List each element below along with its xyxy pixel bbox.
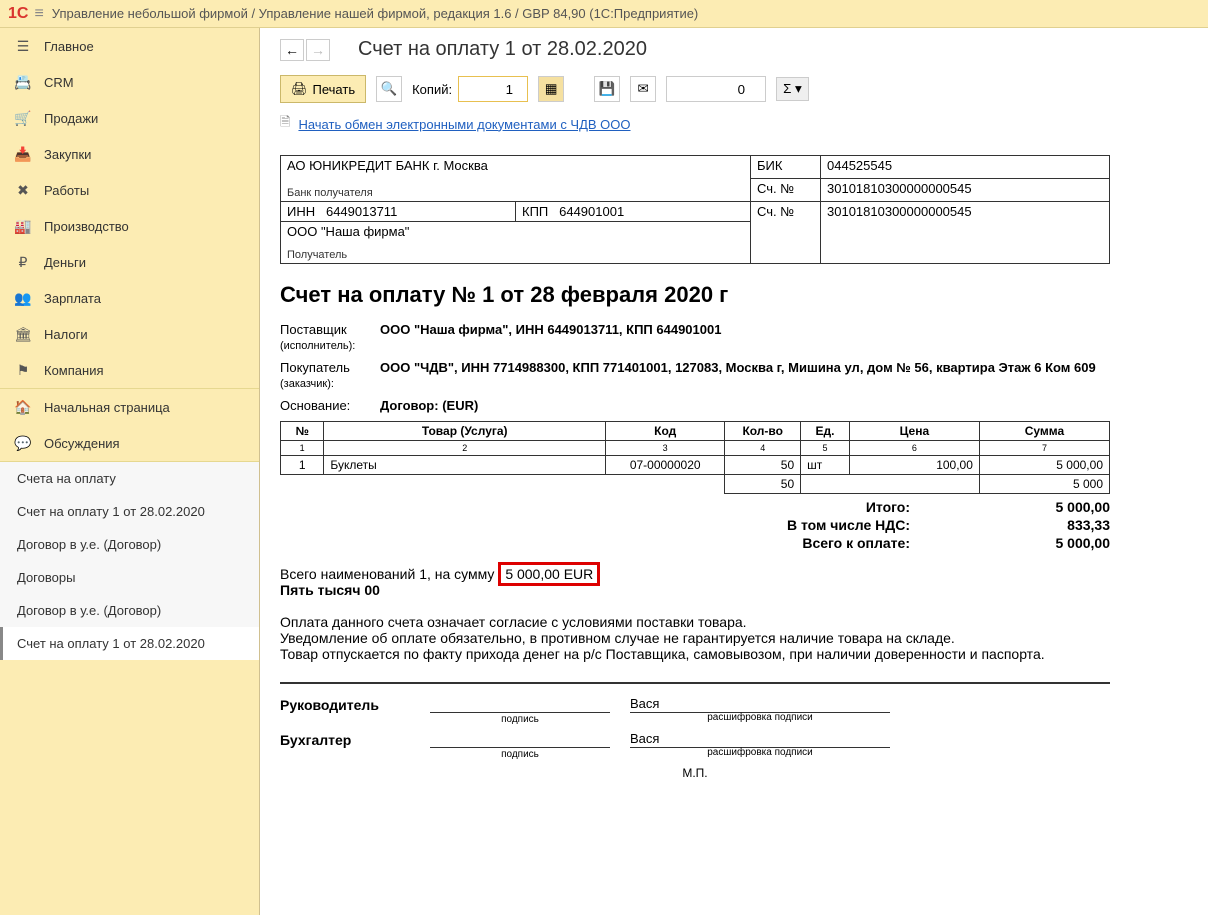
nav-open-docs: Счета на оплатуСчет на оплату 1 от 28.02… (0, 462, 259, 660)
toolbar: 🖨 Печать 🔍 Копий: ▦ 💾 ✉ Σ ▾ (260, 67, 1208, 111)
corr-acc-value: 30101810300000000545 (821, 179, 1110, 202)
open-doc-3[interactable]: Договоры (0, 561, 259, 594)
nav-secondary-1[interactable]: 💬Обсуждения (0, 425, 259, 461)
nav-item-8[interactable]: 🏛Налоги (0, 316, 259, 352)
col-header: Ед. (801, 422, 850, 441)
open-doc-4[interactable]: Договор в у.е. (Договор) (0, 594, 259, 627)
nav-item-2[interactable]: 🛒Продажи (0, 100, 259, 136)
nav-icon: 🏠 (14, 398, 32, 416)
sum-highlight: 5 000,00 EUR (498, 562, 600, 586)
items-table: №Товар (Услуга)КодКол-воЕд.ЦенаСумма 123… (280, 421, 1110, 494)
nav-back-button[interactable]: ← (280, 39, 304, 61)
nav-icon: 🏭 (14, 217, 32, 235)
preview-button[interactable]: 🔍 (376, 76, 402, 102)
nav-icon: ☰ (14, 37, 32, 55)
content-header: ← → Счет на оплату 1 от 28.02.2020 (260, 28, 1208, 67)
nav-item-1[interactable]: 📇CRM (0, 64, 259, 100)
nav-item-9[interactable]: ⚑Компания (0, 352, 259, 388)
nav-icon: 🛒 (14, 109, 32, 127)
accountant-sign-line: подпись (430, 747, 610, 748)
nav-item-6[interactable]: ₽Деньги (0, 244, 259, 280)
accountant-label: Бухгалтер (280, 732, 410, 748)
col-header: Кол-во (725, 422, 801, 441)
nav-item-3[interactable]: 📥Закупки (0, 136, 259, 172)
nav-item-0[interactable]: ☰Главное (0, 28, 259, 64)
nav-icon: ₽ (14, 253, 32, 271)
col-header: Сумма (979, 422, 1109, 441)
director-sign-line: подпись (430, 712, 610, 713)
printer-icon: 🖨 (291, 81, 308, 97)
nav-icon: 📇 (14, 73, 32, 91)
hamburger-icon[interactable]: ≡ (34, 5, 43, 23)
open-doc-1[interactable]: Счет на оплату 1 от 28.02.2020 (0, 495, 259, 528)
col-header: Товар (Услуга) (324, 422, 606, 441)
nav-main: ☰Главное📇CRM🛒Продажи📥Закупки✖Работы🏭Прои… (0, 28, 259, 389)
print-button[interactable]: 🖨 Печать (280, 75, 366, 103)
nav-icon: 📥 (14, 145, 32, 163)
nav-icon: ✖ (14, 181, 32, 199)
buyer: ООО "ЧДВ", ИНН 7714988300, КПП 771401001… (380, 360, 1188, 390)
exchange-icon: 🗎 (280, 113, 290, 135)
nav-secondary-0[interactable]: 🏠Начальная страница (0, 389, 259, 425)
sum-words: Пять тысяч 00 (280, 582, 1188, 598)
exchange-link[interactable]: Начать обмен электронными документами с … (298, 117, 630, 132)
grid-button[interactable]: ▦ (538, 76, 564, 102)
table-row: 1Буклеты07-0000002050шт100,005 000,00 (281, 456, 1110, 475)
total-itogo: 5 000,00 (990, 499, 1110, 515)
nav-icon: ⚑ (14, 361, 32, 379)
signatures: Руководитель подпись Васярасшифровка под… (280, 682, 1110, 748)
acc-label: Сч. № (751, 202, 821, 264)
document-area: АО ЮНИКРЕДИТ БАНК г. Москва Банк получат… (260, 145, 1208, 915)
inn-value: 6449013711 (326, 204, 397, 219)
copies-label: Копий: (412, 82, 452, 97)
accountant-name: Васярасшифровка подписи (630, 731, 890, 748)
kpp-value: 644901001 (559, 204, 624, 219)
acc-value: 30101810300000000545 (821, 202, 1110, 264)
logo-1c: 1C (8, 5, 28, 23)
app-title: Управление небольшой фирмой / Управление… (52, 6, 698, 21)
open-doc-2[interactable]: Договор в у.е. (Договор) (0, 528, 259, 561)
nav-icon: 🏛 (14, 325, 32, 343)
summary: Всего наименований 1, на сумму 5 000,00 … (280, 566, 1188, 598)
col-header: Код (606, 422, 725, 441)
page-title: Счет на оплату 1 от 28.02.2020 (358, 38, 647, 61)
nav-item-5[interactable]: 🏭Производство (0, 208, 259, 244)
supplier: ООО "Наша фирма", ИНН 6449013711, КПП 64… (380, 322, 1188, 352)
recipient-label: Получатель (287, 249, 744, 261)
corr-acc-label: Сч. № (751, 179, 821, 202)
bank-name: АО ЮНИКРЕДИТ БАНК г. Москва (287, 158, 744, 173)
total-pay: 5 000,00 (990, 535, 1110, 551)
bank-details-table: АО ЮНИКРЕДИТ БАНК г. Москва Банк получат… (280, 155, 1110, 264)
open-doc-5[interactable]: Счет на оплату 1 от 28.02.2020 (0, 627, 259, 660)
basis: Договор: (EUR) (380, 398, 1188, 413)
sum-button[interactable]: Σ ▾ (776, 77, 809, 101)
nav-secondary: 🏠Начальная страница💬Обсуждения (0, 389, 259, 462)
nav-icon: 👥 (14, 289, 32, 307)
nav-forward-button[interactable]: → (306, 39, 330, 61)
mp-label: М.П. (280, 766, 1110, 780)
col-header: Цена (849, 422, 979, 441)
content: ← → Счет на оплату 1 от 28.02.2020 🖨 Печ… (260, 28, 1208, 915)
email-button[interactable]: ✉ (630, 76, 656, 102)
nav-icon: 💬 (14, 434, 32, 452)
sidebar: ☰Главное📇CRM🛒Продажи📥Закупки✖Работы🏭Прои… (0, 28, 260, 915)
director-name: Васярасшифровка подписи (630, 696, 890, 713)
titlebar: 1C ≡ Управление небольшой фирмой / Управ… (0, 0, 1208, 28)
copies-input[interactable] (458, 76, 528, 102)
notice: Оплата данного счета означает согласие с… (280, 614, 1110, 662)
invoice-title: Счет на оплату № 1 от 28 февраля 2020 г (280, 282, 1188, 308)
nav-item-7[interactable]: 👥Зарплата (0, 280, 259, 316)
director-label: Руководитель (280, 697, 410, 713)
col-header: № (281, 422, 324, 441)
nav-item-4[interactable]: ✖Работы (0, 172, 259, 208)
bik-value: 044525545 (821, 156, 1110, 179)
bank-recipient-label: Банк получателя (287, 187, 744, 199)
numeric-input[interactable] (666, 76, 766, 102)
save-button[interactable]: 💾 (594, 76, 620, 102)
totals: Итого:5 000,00 В том числе НДС:833,33 Вс… (280, 498, 1110, 552)
org-name: ООО "Наша фирма" (287, 224, 744, 239)
bik-label: БИК (751, 156, 821, 179)
open-doc-0[interactable]: Счета на оплату (0, 462, 259, 495)
total-nds: 833,33 (990, 517, 1110, 533)
